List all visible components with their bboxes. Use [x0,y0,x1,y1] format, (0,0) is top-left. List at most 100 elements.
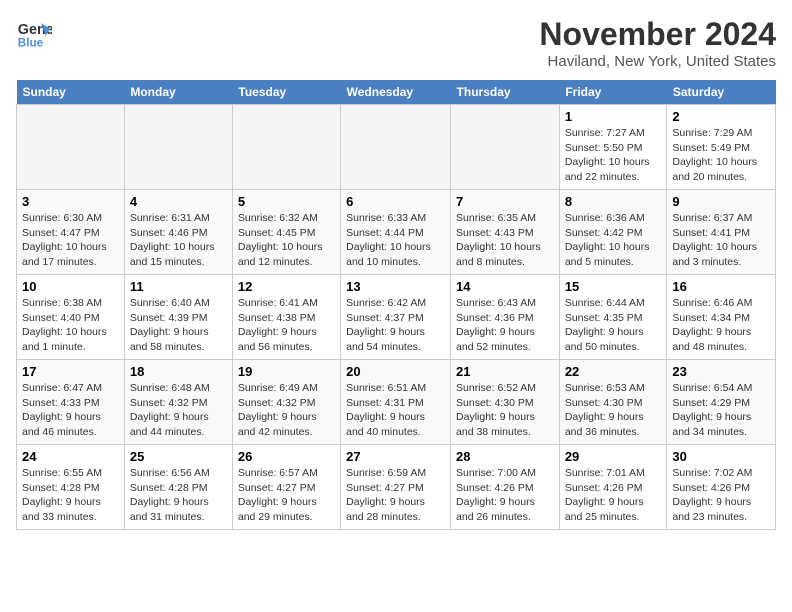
calendar-week-row: 3 Sunrise: 6:30 AM Sunset: 4:47 PM Daylig… [17,190,776,275]
day-info: Sunrise: 6:33 AM Sunset: 4:44 PM Dayligh… [346,211,445,270]
calendar-cell: 9Sunrise: 6:37 AM Sunset: 4:41 PM Daylig… [667,190,776,275]
day-info: Sunrise: 6:49 AM Sunset: 4:32 PM Dayligh… [238,381,335,440]
day-info: Sunrise: 7:27 AM Sunset: 5:50 PM Dayligh… [565,126,662,185]
logo: General Blue [16,16,52,52]
day-number: 23 [672,364,770,379]
day-info: Sunrise: 7:00 AM Sunset: 4:26 PM Dayligh… [456,466,554,525]
logo-icon: General Blue [16,16,52,52]
calendar-cell: 15Sunrise: 6:44 AM Sunset: 4:35 PM Dayli… [559,275,667,360]
calendar-cell: 11Sunrise: 6:40 AM Sunset: 4:39 PM Dayli… [124,275,232,360]
calendar-cell: 24 Sunrise: 6:55 AM Sunset: 4:28 PM Dayli… [17,445,125,530]
weekday-header: Monday [124,80,232,105]
day-info: Sunrise: 6:55 AM Sunset: 4:28 PM Dayligh… [22,466,119,525]
location-title: Haviland, New York, United States [539,53,776,70]
calendar-cell: 2 Sunrise: 7:29 AM Sunset: 5:49 PM Daylig… [667,105,776,190]
title-area: November 2024 Haviland, New York, United… [539,16,776,70]
calendar-cell: 10 Sunrise: 6:38 AM Sunset: 4:40 PM Dayli… [17,275,125,360]
day-number: 14 [456,279,554,294]
day-number: 24 [22,449,119,464]
day-number: 30 [672,449,770,464]
calendar-cell: 20 Sunrise: 6:51 AM Sunset: 4:31 PM Dayli… [341,360,451,445]
day-info: Sunrise: 6:32 AM Sunset: 4:45 PM Dayligh… [238,211,335,270]
day-number: 6 [346,194,445,209]
day-info: Sunrise: 6:38 AM Sunset: 4:40 PM Dayligh… [22,296,119,355]
weekday-header: Tuesday [232,80,340,105]
day-info: Sunrise: 7:29 AM Sunset: 5:49 PM Dayligh… [672,126,770,185]
calendar-cell [451,105,560,190]
day-number: 21 [456,364,554,379]
calendar-cell: 14 Sunrise: 6:43 AM Sunset: 4:36 PM Dayli… [451,275,560,360]
calendar-cell: 22Sunrise: 6:53 AM Sunset: 4:30 PM Dayli… [559,360,667,445]
day-number: 28 [456,449,554,464]
day-number: 18 [130,364,227,379]
day-number: 5 [238,194,335,209]
day-number: 10 [22,279,119,294]
day-info: Sunrise: 6:42 AM Sunset: 4:37 PM Dayligh… [346,296,445,355]
calendar-cell [232,105,340,190]
calendar-cell: 17Sunrise: 6:47 AM Sunset: 4:33 PM Dayli… [17,360,125,445]
header-row: SundayMondayTuesdayWednesdayThursdayFrid… [17,80,776,105]
day-number: 2 [672,109,770,124]
day-info: Sunrise: 6:31 AM Sunset: 4:46 PM Dayligh… [130,211,227,270]
day-info: Sunrise: 6:52 AM Sunset: 4:30 PM Dayligh… [456,381,554,440]
day-info: Sunrise: 6:30 AM Sunset: 4:47 PM Dayligh… [22,211,119,270]
month-title: November 2024 [539,16,776,53]
calendar-cell: 18 Sunrise: 6:48 AM Sunset: 4:32 PM Dayli… [124,360,232,445]
calendar-table: SundayMondayTuesdayWednesdayThursdayFrid… [16,80,776,530]
svg-text:Blue: Blue [18,37,44,50]
day-info: Sunrise: 6:43 AM Sunset: 4:36 PM Dayligh… [456,296,554,355]
calendar-week-row: 1 Sunrise: 7:27 AM Sunset: 5:50 PM Daylig… [17,105,776,190]
calendar-cell [17,105,125,190]
calendar-cell: 1 Sunrise: 7:27 AM Sunset: 5:50 PM Daylig… [559,105,667,190]
day-info: Sunrise: 6:51 AM Sunset: 4:31 PM Dayligh… [346,381,445,440]
calendar-week-row: 24 Sunrise: 6:55 AM Sunset: 4:28 PM Dayli… [17,445,776,530]
calendar-cell: 6 Sunrise: 6:33 AM Sunset: 4:44 PM Daylig… [341,190,451,275]
day-number: 4 [130,194,227,209]
day-info: Sunrise: 6:40 AM Sunset: 4:39 PM Dayligh… [130,296,227,355]
calendar-cell: 29Sunrise: 7:01 AM Sunset: 4:26 PM Dayli… [559,445,667,530]
weekday-header: Thursday [451,80,560,105]
weekday-header: Saturday [667,80,776,105]
day-info: Sunrise: 6:53 AM Sunset: 4:30 PM Dayligh… [565,381,662,440]
day-info: Sunrise: 7:02 AM Sunset: 4:26 PM Dayligh… [672,466,770,525]
day-info: Sunrise: 6:56 AM Sunset: 4:28 PM Dayligh… [130,466,227,525]
calendar-cell: 7Sunrise: 6:35 AM Sunset: 4:43 PM Daylig… [451,190,560,275]
calendar-cell: 16Sunrise: 6:46 AM Sunset: 4:34 PM Dayli… [667,275,776,360]
day-info: Sunrise: 6:47 AM Sunset: 4:33 PM Dayligh… [22,381,119,440]
calendar-cell: 30 Sunrise: 7:02 AM Sunset: 4:26 PM Dayli… [667,445,776,530]
calendar-cell: 26 Sunrise: 6:57 AM Sunset: 4:27 PM Dayli… [232,445,340,530]
calendar-cell: 4 Sunrise: 6:31 AM Sunset: 4:46 PM Daylig… [124,190,232,275]
calendar-cell [341,105,451,190]
calendar-cell: 28 Sunrise: 7:00 AM Sunset: 4:26 PM Dayli… [451,445,560,530]
day-info: Sunrise: 7:01 AM Sunset: 4:26 PM Dayligh… [565,466,662,525]
day-number: 25 [130,449,227,464]
day-number: 26 [238,449,335,464]
calendar-cell: 27 Sunrise: 6:59 AM Sunset: 4:27 PM Dayli… [341,445,451,530]
calendar-cell: 3 Sunrise: 6:30 AM Sunset: 4:47 PM Daylig… [17,190,125,275]
weekday-header: Sunday [17,80,125,105]
day-info: Sunrise: 6:36 AM Sunset: 4:42 PM Dayligh… [565,211,662,270]
day-number: 20 [346,364,445,379]
calendar-cell [124,105,232,190]
weekday-header: Friday [559,80,667,105]
day-info: Sunrise: 6:41 AM Sunset: 4:38 PM Dayligh… [238,296,335,355]
day-number: 13 [346,279,445,294]
day-info: Sunrise: 6:48 AM Sunset: 4:32 PM Dayligh… [130,381,227,440]
day-info: Sunrise: 6:57 AM Sunset: 4:27 PM Dayligh… [238,466,335,525]
calendar-cell: 23 Sunrise: 6:54 AM Sunset: 4:29 PM Dayli… [667,360,776,445]
day-info: Sunrise: 6:44 AM Sunset: 4:35 PM Dayligh… [565,296,662,355]
calendar-cell: 12 Sunrise: 6:41 AM Sunset: 4:38 PM Dayli… [232,275,340,360]
day-number: 27 [346,449,445,464]
day-info: Sunrise: 6:37 AM Sunset: 4:41 PM Dayligh… [672,211,770,270]
calendar-week-row: 10 Sunrise: 6:38 AM Sunset: 4:40 PM Dayli… [17,275,776,360]
day-number: 8 [565,194,662,209]
day-number: 7 [456,194,554,209]
day-number: 12 [238,279,335,294]
day-info: Sunrise: 6:54 AM Sunset: 4:29 PM Dayligh… [672,381,770,440]
day-number: 1 [565,109,662,124]
calendar-cell: 13 Sunrise: 6:42 AM Sunset: 4:37 PM Dayli… [341,275,451,360]
calendar-cell: 5 Sunrise: 6:32 AM Sunset: 4:45 PM Daylig… [232,190,340,275]
calendar-cell: 25 Sunrise: 6:56 AM Sunset: 4:28 PM Dayli… [124,445,232,530]
day-info: Sunrise: 6:59 AM Sunset: 4:27 PM Dayligh… [346,466,445,525]
day-number: 3 [22,194,119,209]
